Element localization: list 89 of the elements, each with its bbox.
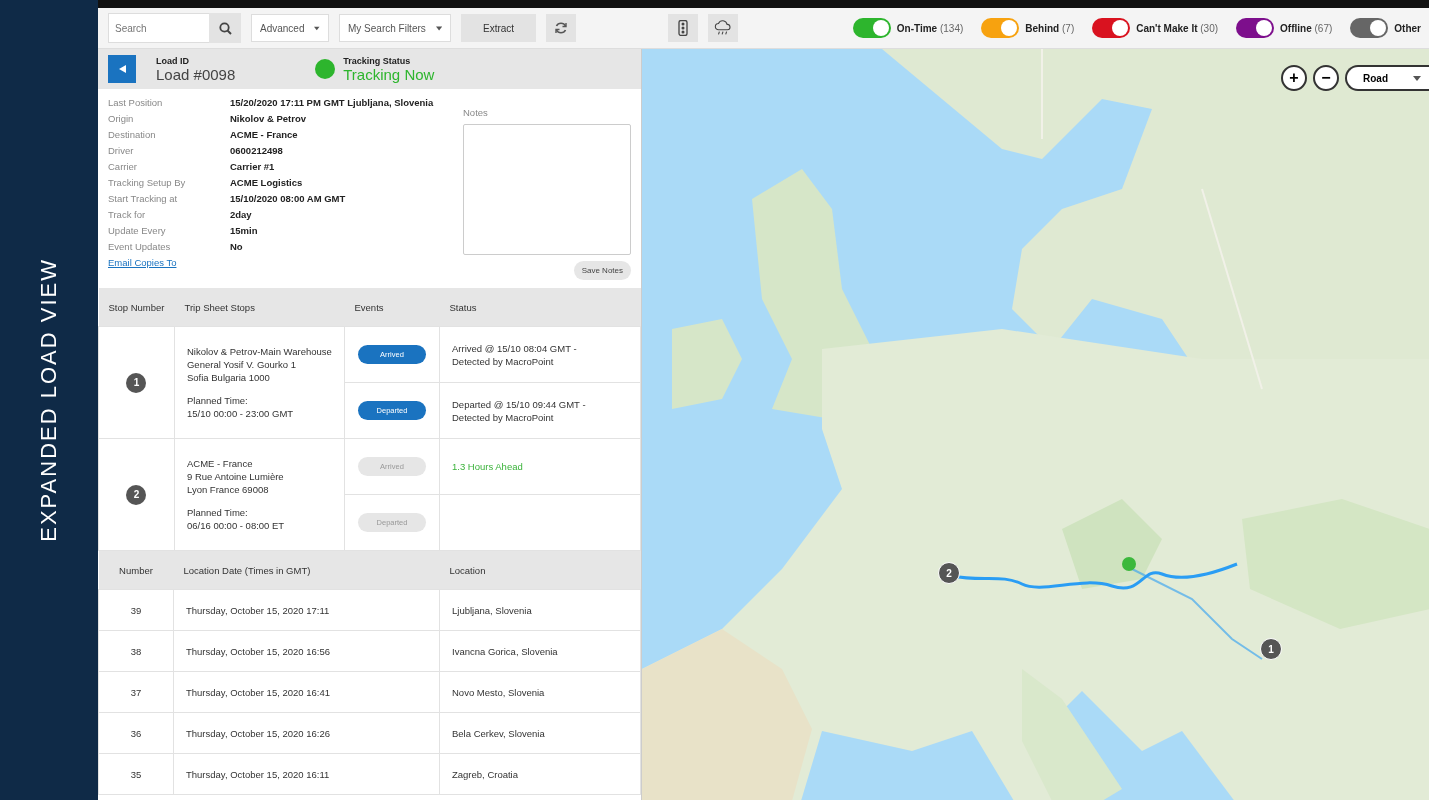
save-notes-button[interactable]: Save Notes xyxy=(573,261,631,280)
detail-value: No xyxy=(230,241,244,252)
detail-label: Destination xyxy=(108,129,157,140)
back-arrow-icon xyxy=(118,65,126,73)
table-cell: 36 xyxy=(130,727,142,739)
refresh-button[interactable] xyxy=(546,14,577,42)
detail-value: 15/10/2020 08:00 AM GMT xyxy=(230,193,347,204)
column-header: Stop Number xyxy=(98,288,175,327)
traffic-light-icon xyxy=(678,20,689,36)
toggle-label: Other xyxy=(1394,22,1421,34)
caret-icon xyxy=(314,25,320,31)
detail-value: Carrier #1 xyxy=(230,161,276,172)
detail-label: Tracking Setup By xyxy=(108,177,187,188)
map-type-dropdown[interactable]: Road xyxy=(1345,65,1429,91)
column-header: Events xyxy=(344,288,440,327)
search-icon xyxy=(218,21,232,35)
status-toggle[interactable] xyxy=(1092,18,1131,38)
field-label: Load ID xyxy=(156,55,190,66)
extract-button[interactable]: Extract xyxy=(461,14,537,42)
detail-label: Event Updates xyxy=(108,241,172,252)
table-cell: Novo Mesto, Slovenia xyxy=(452,686,545,698)
caret-icon xyxy=(1413,75,1421,81)
back-button[interactable] xyxy=(108,55,136,83)
column-header: Location Date (Times in GMT) xyxy=(173,551,440,590)
table-cell: 38 xyxy=(130,645,142,657)
column-header: Number xyxy=(98,551,174,590)
notes-label: Notes xyxy=(463,107,489,118)
detail-label: Driver xyxy=(108,145,135,156)
detail-label: Carrier xyxy=(108,161,139,172)
filter-dropdown[interactable]: Advanced xyxy=(251,14,329,42)
table-cell: Bela Cerkev, Slovenia xyxy=(452,727,545,739)
detail-value: ACME Logistics xyxy=(230,177,304,188)
stop-number: 1 xyxy=(126,372,147,393)
detail-label: Start Tracking at xyxy=(108,193,179,204)
search-field[interactable]: Search xyxy=(108,13,209,43)
search-button[interactable] xyxy=(209,13,241,43)
status-dot xyxy=(315,59,336,79)
status-toggle[interactable] xyxy=(1236,18,1275,38)
table-cell: Thursday, October 15, 2020 16:56 xyxy=(186,645,330,657)
toggle-label: Offline (67) xyxy=(1280,22,1333,34)
table-cell: 35 xyxy=(130,768,142,780)
status-toggle[interactable] xyxy=(981,18,1020,38)
stop-address: Nikolov & Petrov-Main Warehouse General Yosif V. Gourko 1 Sofia Bulgaria 1000 xyxy=(187,345,332,384)
detail-label: Origin xyxy=(108,113,135,124)
table-cell: Ljubljana, Slovenia xyxy=(452,604,532,616)
stop-number: 2 xyxy=(126,484,147,505)
detail-value: Nikolov & Petrov xyxy=(230,113,308,124)
detail-label: Last Position xyxy=(108,97,164,108)
detail-value: 15/20/2020 17:11 PM GMT Ljubljana, Slovenia xyxy=(230,97,435,108)
email-link[interactable]: Email Copies To xyxy=(108,257,463,268)
table-cell: 39 xyxy=(130,604,142,616)
detail-value: 2day xyxy=(230,209,253,220)
column-header: Trip Sheet Stops xyxy=(174,288,345,327)
planned-time: Planned Time: 15/10 00:00 - 23:00 GMT xyxy=(187,394,295,420)
table-cell: Thursday, October 15, 2020 16:11 xyxy=(186,768,330,780)
event-status: Arrived @ 15/10 08:04 GMT - Detected by MacroPoint xyxy=(452,341,578,368)
toggle-label: On-Time (134) xyxy=(896,22,964,34)
detail-value: ACME - France xyxy=(230,129,299,140)
toggle-label: Behind (7) xyxy=(1025,22,1075,34)
load-id: Load #0098 xyxy=(156,65,236,83)
traffic-button[interactable] xyxy=(668,14,699,42)
table-cell: Thursday, October 15, 2020 17:11 xyxy=(186,604,330,616)
caret-icon xyxy=(435,25,442,31)
detail-label: Update Every xyxy=(108,225,167,236)
cloud-rain-icon xyxy=(714,20,733,36)
notes-field[interactable] xyxy=(463,124,631,255)
table-cell: 37 xyxy=(130,686,142,698)
status-toggle[interactable] xyxy=(1350,18,1389,38)
tracking-status: Tracking Now xyxy=(343,65,435,83)
table-cell: Thursday, October 15, 2020 16:26 xyxy=(186,727,330,739)
weather-button[interactable] xyxy=(708,14,739,42)
event-status: 1.3 Hours Ahead xyxy=(452,460,524,473)
field-label: Tracking Status xyxy=(343,55,412,66)
planned-time: Planned Time: 06/16 00:00 - 08:00 ET xyxy=(187,506,286,532)
event-status: Departed @ 15/10 09:44 GMT - Detected by MacroPoint xyxy=(452,397,587,424)
filter-dropdown[interactable]: My Search Filters xyxy=(339,14,451,42)
status-toggle[interactable] xyxy=(852,18,891,38)
toggle-label: Can't Make It (30) xyxy=(1136,22,1219,34)
column-header: Status xyxy=(439,288,641,327)
detail-value: 0600212498 xyxy=(230,145,284,156)
detail-value: 15min xyxy=(230,225,259,236)
page-title: EXPANDED LOAD VIEW xyxy=(36,258,62,542)
refresh-icon xyxy=(554,21,569,35)
table-cell: Ivancna Gorica, Slovenia xyxy=(452,645,558,657)
table-cell: Zagreb, Croatia xyxy=(452,768,518,780)
detail-label: Track for xyxy=(108,209,147,220)
column-header: Location xyxy=(439,551,641,590)
stop-address: ACME - France 9 Rue Antoine Lumière Lyon France 69008 xyxy=(187,457,285,496)
table-cell: Thursday, October 15, 2020 16:41 xyxy=(186,686,330,698)
